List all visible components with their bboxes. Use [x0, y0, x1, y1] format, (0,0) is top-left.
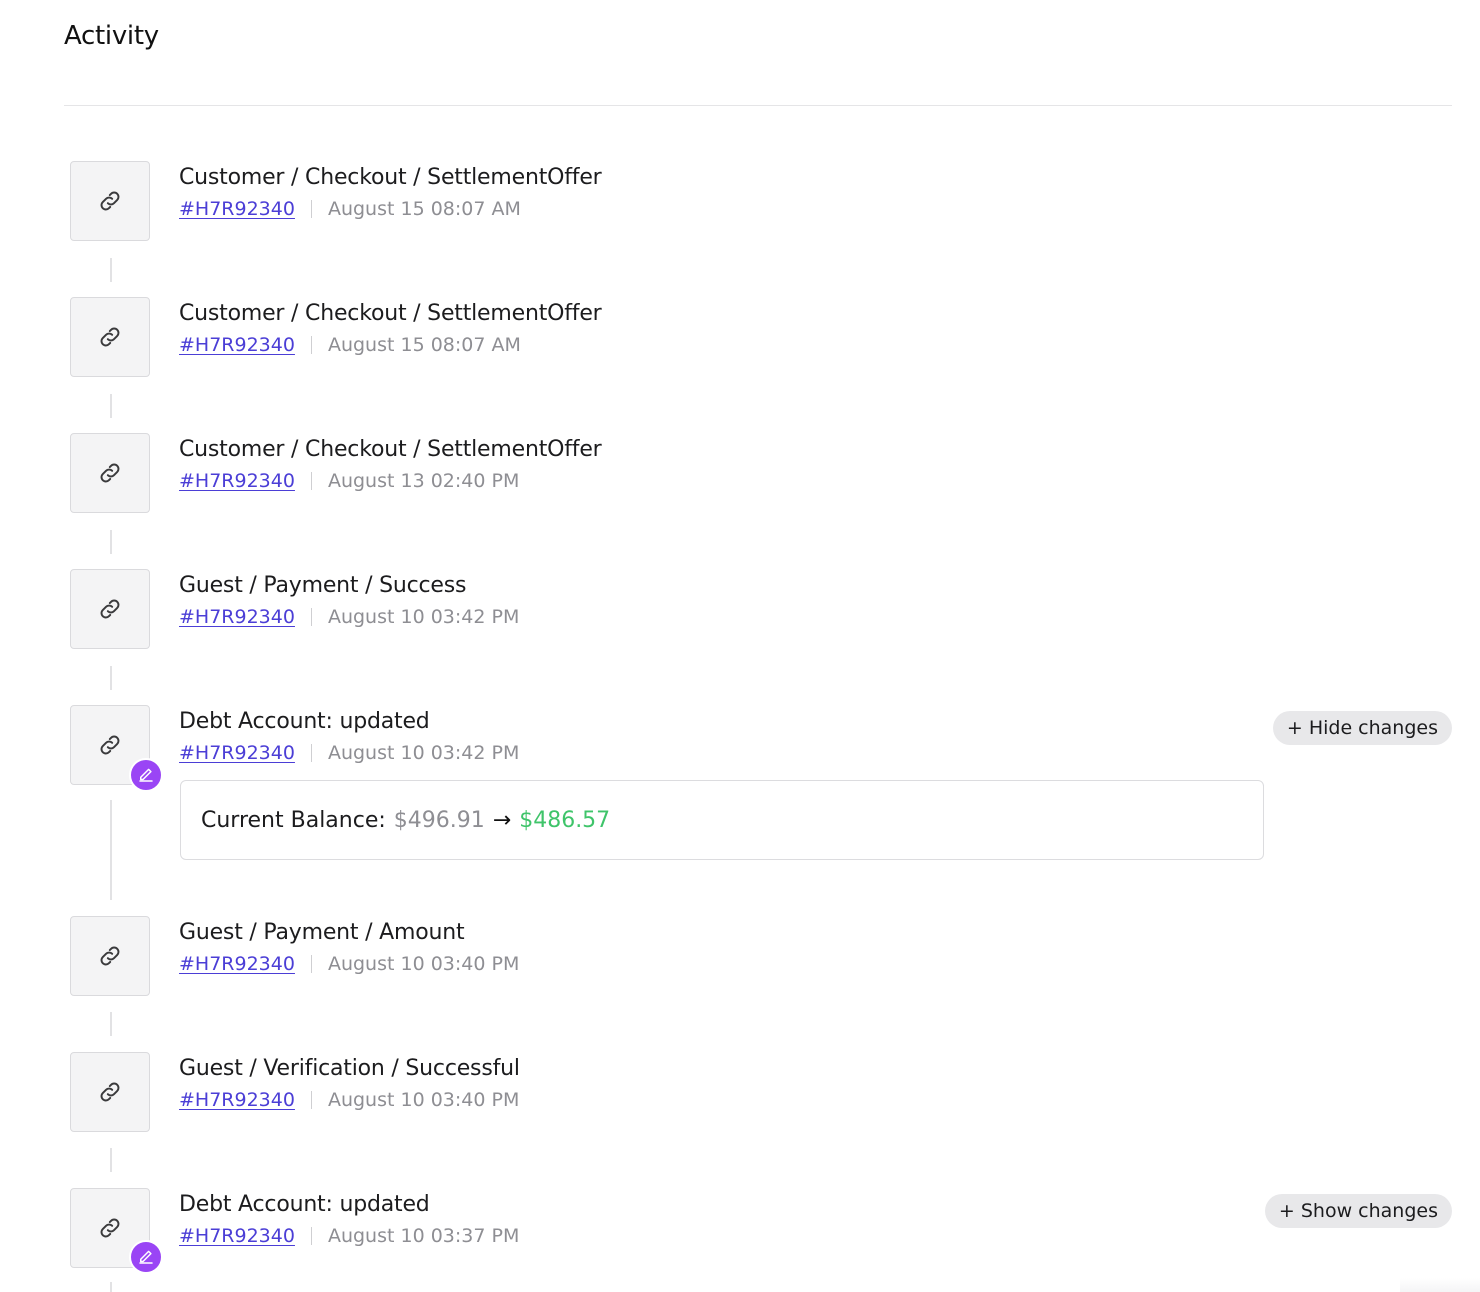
activity-icon-box [70, 433, 150, 513]
scroll-shadow [1400, 1278, 1480, 1292]
pencil-icon [139, 768, 153, 782]
link-icon [100, 1218, 120, 1238]
meta-separator [310, 1091, 312, 1109]
timeline-connector [110, 1282, 112, 1292]
activity-timestamp: August 15 08:07 AM [327, 334, 521, 356]
pencil-icon [139, 1250, 153, 1264]
activity-meta: #H7R92340 August 10 03:37 PM [179, 1223, 519, 1249]
header-divider [64, 105, 1452, 106]
activity-icon-box [70, 916, 150, 996]
activity-timestamp: August 13 02:40 PM [327, 470, 520, 492]
activity-icon-box [70, 569, 150, 649]
activity-icon-box [70, 161, 150, 241]
show-changes-button[interactable]: + Show changes [1264, 1194, 1452, 1228]
link-icon [100, 327, 120, 347]
timeline-connector [110, 530, 112, 554]
activity-icon-box [70, 1052, 150, 1132]
meta-separator [310, 608, 312, 626]
activity-title: Customer / Checkout / SettlementOffer [179, 165, 602, 190]
meta-separator [310, 955, 312, 973]
arrow-right-icon: → [492, 807, 512, 833]
timeline-connector [110, 800, 112, 900]
timeline-connector [110, 666, 112, 690]
meta-separator [310, 336, 312, 354]
activity-timestamp: August 10 03:40 PM [327, 1089, 520, 1111]
timeline-connector [110, 1012, 112, 1036]
activity-timestamp: August 10 03:40 PM [327, 953, 520, 975]
reference-link[interactable]: #H7R92340 [179, 1087, 295, 1113]
meta-separator [310, 472, 312, 490]
meta-separator [310, 1227, 312, 1245]
activity-icon-box [70, 297, 150, 377]
activity-meta: #H7R92340 August 10 03:40 PM [179, 1087, 519, 1113]
change-field-label: Current Balance: [201, 807, 386, 833]
reference-link[interactable]: #H7R92340 [179, 1223, 295, 1249]
timeline-connector [110, 394, 112, 418]
activity-timestamp: August 10 03:42 PM [327, 606, 520, 628]
timeline-connector [110, 1148, 112, 1172]
new-value: $486.57 [519, 807, 611, 833]
activity-title: Guest / Payment / Success [179, 573, 467, 598]
activity-title: Debt Account: updated [179, 709, 430, 734]
activity-title: Guest / Verification / Successful [179, 1056, 520, 1081]
activity-meta: #H7R92340 August 13 02:40 PM [179, 468, 519, 494]
link-icon [100, 1082, 120, 1102]
link-icon [100, 735, 120, 755]
edit-badge [129, 758, 163, 792]
activity-timestamp: August 10 03:42 PM [327, 742, 520, 764]
reference-link[interactable]: #H7R92340 [179, 468, 295, 494]
reference-link[interactable]: #H7R92340 [179, 740, 295, 766]
hide-changes-button[interactable]: + Hide changes [1272, 711, 1452, 745]
activity-timestamp: August 10 03:37 PM [327, 1225, 520, 1247]
meta-separator [310, 744, 312, 762]
old-value: $496.91 [393, 807, 485, 833]
reference-link[interactable]: #H7R92340 [179, 951, 295, 977]
reference-link[interactable]: #H7R92340 [179, 332, 295, 358]
activity-timestamp: August 15 08:07 AM [327, 198, 521, 220]
activity-title: Customer / Checkout / SettlementOffer [179, 301, 602, 326]
meta-separator [310, 200, 312, 218]
activity-meta: #H7R92340 August 10 03:42 PM [179, 604, 519, 630]
activity-meta: #H7R92340 August 10 03:40 PM [179, 951, 519, 977]
activity-title: Guest / Payment / Amount [179, 920, 465, 945]
reference-link[interactable]: #H7R92340 [179, 604, 295, 630]
activity-meta: #H7R92340 August 10 03:42 PM [179, 740, 519, 766]
activity-title: Debt Account: updated [179, 1192, 430, 1217]
edit-badge [129, 1240, 163, 1274]
link-icon [100, 463, 120, 483]
link-icon [100, 191, 120, 211]
timeline-connector [110, 258, 112, 282]
link-icon [100, 599, 120, 619]
page-title: Activity [64, 21, 159, 51]
changes-panel: Current Balance: $496.91 → $486.57 [180, 780, 1264, 860]
activity-meta: #H7R92340 August 15 08:07 AM [179, 196, 521, 222]
link-icon [100, 946, 120, 966]
activity-meta: #H7R92340 August 15 08:07 AM [179, 332, 521, 358]
reference-link[interactable]: #H7R92340 [179, 196, 295, 222]
activity-title: Customer / Checkout / SettlementOffer [179, 437, 602, 462]
